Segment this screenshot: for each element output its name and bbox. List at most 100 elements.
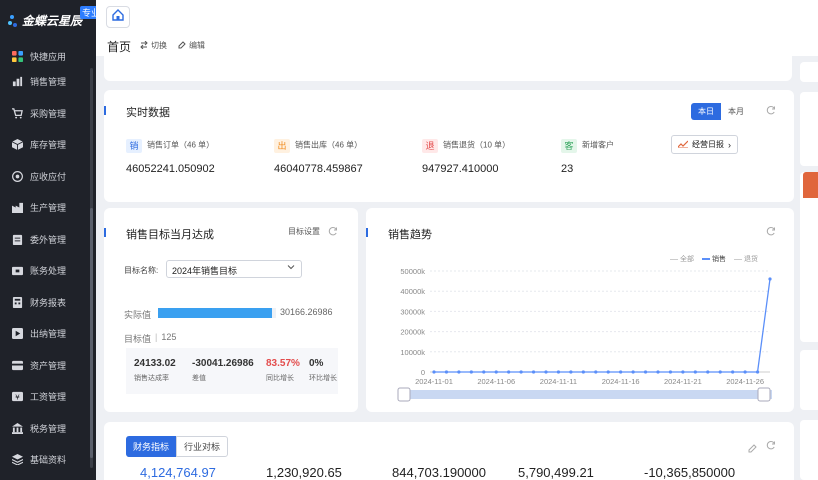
data-point [594, 370, 598, 374]
daily-report-button[interactable]: 经营日报 › [671, 135, 738, 154]
stat-value: 23 [561, 163, 574, 175]
sidebar-item-label: 基础资料 [30, 455, 67, 466]
target-name-label: 目标名称: [124, 266, 159, 275]
tag-outbound: 出 [274, 139, 290, 153]
finance-value: -10,365,850000 [644, 465, 736, 480]
x-tick-label: 2024-11-21 [664, 377, 702, 386]
switch-button[interactable]: 切换 [140, 40, 167, 51]
sidebar-item-financial-reports[interactable]: 财务报表 [0, 287, 96, 319]
app-logo[interactable]: 金蝶云星辰 专业版 [8, 6, 96, 32]
edit-icon[interactable] [748, 440, 758, 458]
separator: | [155, 332, 158, 342]
tag-sales: 销 [126, 139, 142, 153]
refresh-icon[interactable] [766, 226, 776, 236]
realtime-card: 实时数据 本日 本月 销销售订单（46 单） 46052241.050902 出… [104, 90, 794, 202]
data-point [606, 370, 610, 374]
sidebar-scrollbar[interactable] [90, 68, 93, 468]
switch-label: 切换 [151, 41, 167, 50]
edit-icon [178, 40, 186, 51]
finance-value: 844,703.190000 [392, 465, 486, 480]
zoom-handle-right [757, 387, 771, 402]
data-point [531, 370, 536, 374]
sidebar-item-inventory[interactable]: 库存管理 [0, 129, 96, 161]
sidebar-item-outsourcing[interactable]: 委外管理 [0, 224, 96, 256]
data-point [556, 370, 561, 374]
sidebar-item-label: 采购管理 [30, 108, 67, 119]
actual-label: 实际值 [124, 310, 152, 320]
target-settings-link[interactable]: 目标设置 [288, 226, 320, 237]
sidebar-item-purchase[interactable]: 采购管理 [0, 98, 96, 130]
kpi-achievement: 24133.02 销售达成率 [134, 358, 184, 383]
data-point [432, 370, 436, 374]
data-point [482, 370, 486, 374]
kpi-label: 销售达成率 [134, 375, 169, 382]
realtime-sales-return[interactable]: 退销售退货（10 单） 947927.410000 [422, 136, 562, 175]
tag-return: 退 [422, 139, 438, 153]
logo-dot [8, 21, 12, 25]
data-point [743, 370, 747, 374]
stat-label: 新增客户 [582, 140, 614, 150]
refresh-icon[interactable] [766, 105, 776, 115]
target-select[interactable]: 2024年销售目标 [166, 260, 302, 278]
stat-label: 销售出库（46 单） [295, 140, 363, 150]
chevron-down-icon [287, 263, 295, 273]
x-tick-label: 2024-11-26 [726, 377, 764, 386]
data-point [718, 370, 722, 374]
sidebar-item-label: 应收应付 [30, 171, 67, 182]
realtime-sales-outbound[interactable]: 出销售出库（46 单） 46040778.459867 [274, 136, 414, 175]
trend-chart-icon [677, 140, 689, 150]
sidebar: 金蝶云星辰 专业版 快捷应用 销售管理 采购管理 库存管理 应收应付 生产管理 [0, 0, 96, 480]
sidebar-item-assets[interactable]: 资产管理 [0, 350, 96, 382]
realtime-sales-order[interactable]: 销销售订单（46 单） 46052241.050902 [126, 136, 266, 175]
home-tab[interactable] [106, 6, 130, 28]
sidebar-item-cashier[interactable]: 出纳管理 [0, 318, 96, 350]
kpi-label: 环比增长 [309, 375, 337, 382]
sidebar-item-label: 快捷应用 [30, 51, 67, 62]
right-panel-edge [800, 92, 818, 166]
x-tick-label: 2024-11-11 [540, 377, 577, 386]
grid-icon [12, 50, 23, 62]
data-point [457, 370, 461, 374]
sidebar-item-payroll[interactable]: ¥ 工资管理 [0, 381, 96, 413]
tab-industry-benchmark[interactable]: 行业对标 [176, 436, 229, 457]
sidebar-menu: 快捷应用 销售管理 采购管理 库存管理 应收应付 生产管理 委外管理 账务处理 [0, 46, 96, 476]
chart-icon [12, 76, 23, 87]
toggle-today[interactable]: 本日 [691, 103, 721, 120]
payroll-icon: ¥ [12, 391, 23, 402]
tag-customer: 客 [561, 139, 577, 153]
tab-financial-indicators[interactable]: 财务指标 [126, 436, 177, 457]
data-point [755, 370, 760, 374]
actual-value: 30166.26986 [280, 307, 333, 317]
sidebar-item-sales[interactable]: 销售管理 [0, 66, 96, 98]
clipboard-icon [12, 234, 23, 245]
kpi-label: 差值 [192, 375, 206, 382]
sidebar-item-production[interactable]: 生产管理 [0, 192, 96, 224]
data-point [569, 370, 573, 374]
sidebar-item-receivables[interactable]: 应收应付 [0, 161, 96, 193]
refresh-icon[interactable] [766, 440, 776, 450]
sidebar-item-label: 库存管理 [30, 140, 67, 151]
stat-value: 947927.410000 [422, 163, 499, 175]
coin-icon [12, 170, 23, 182]
kpi-value: 24133.02 [134, 358, 176, 369]
scrollbar-thumb[interactable] [90, 208, 93, 458]
sidebar-item-accounting[interactable]: 账务处理 [0, 255, 96, 287]
sales-target-card: 销售目标当月达成 目标设置 目标名称: 2024年销售目标 实际值 30166.… [104, 208, 358, 412]
sidebar-item-basic-data[interactable]: 基础资料 [0, 444, 96, 476]
data-point [643, 370, 648, 374]
sidebar-item-quick-apps[interactable]: 快捷应用 [0, 46, 96, 66]
edit-button[interactable]: 编辑 [178, 40, 205, 51]
toggle-month[interactable]: 本月 [721, 103, 751, 120]
sidebar-item-label: 账务处理 [30, 266, 67, 277]
sidebar-item-label: 委外管理 [30, 234, 67, 245]
kpi-value: 0% [309, 358, 324, 369]
kpi-yoy: 83.57% 同比增长 [266, 358, 302, 383]
stat-label: 销售订单（46 单） [147, 140, 215, 150]
svg-text:¥: ¥ [15, 393, 20, 402]
sidebar-item-tax[interactable]: 税务管理 [0, 413, 96, 445]
y-tick-label: 30000k [400, 307, 425, 316]
refresh-icon[interactable] [328, 226, 338, 236]
data-point [668, 370, 673, 374]
finance-value: 4,124,764.97 [140, 465, 216, 480]
sales-trend-chart: 50000k40000k30000k20000k10000k02024-11-0… [397, 267, 772, 402]
